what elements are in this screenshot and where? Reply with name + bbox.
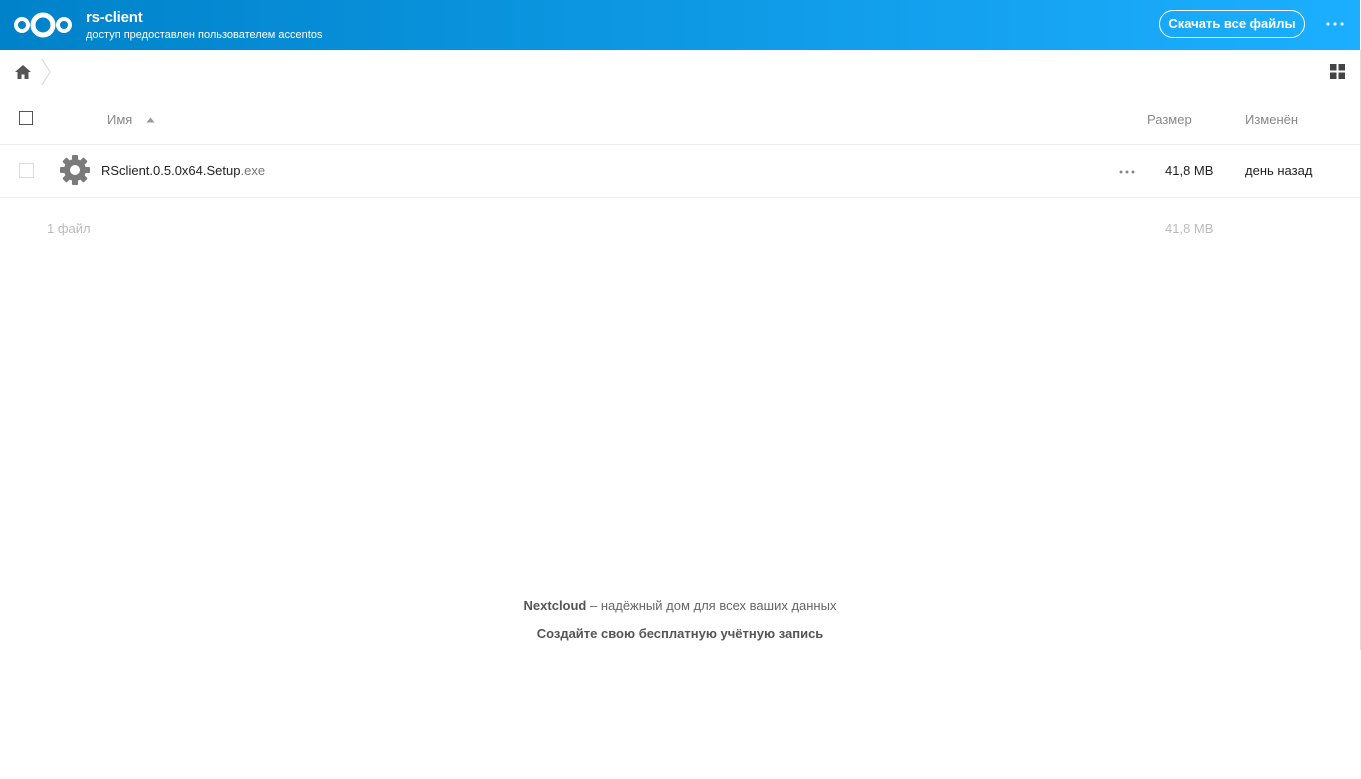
file-basename: RSclient.0.5.0x64.Setup: [101, 163, 241, 178]
footer-tagline: Nextcloud – надёжный дом для всех ваших …: [0, 598, 1360, 613]
grid-view-icon[interactable]: [1330, 64, 1345, 79]
signup-link[interactable]: Создайте свою бесплатную учётную запись: [0, 626, 1360, 641]
footer-tagline-text: – надёжный дом для всех ваших данных: [586, 598, 837, 613]
file-extension: .exe: [240, 163, 266, 178]
column-header-size[interactable]: Размер: [1147, 112, 1192, 127]
share-title: rs-client: [86, 9, 143, 26]
file-actions-icon[interactable]: [1117, 165, 1137, 179]
select-all-checkbox[interactable]: [19, 111, 33, 125]
home-icon[interactable]: [14, 63, 32, 81]
header-bar: rs-client доступ предоставлен пользовате…: [0, 0, 1360, 50]
sort-ascending-icon[interactable]: [146, 117, 155, 123]
file-name[interactable]: RSclient.0.5.0x64.Setup.exe: [101, 163, 265, 178]
share-subtitle: доступ предоставлен пользователем accent…: [86, 29, 323, 41]
column-header-modified[interactable]: Изменён: [1245, 112, 1298, 127]
footer-brand-link[interactable]: Nextcloud: [524, 598, 587, 613]
download-all-button[interactable]: Скачать все файлы: [1159, 10, 1305, 38]
summary-total-size: 41,8 MB: [1165, 221, 1214, 236]
file-modified: день назад: [1245, 163, 1313, 178]
file-row-checkbox[interactable]: [19, 163, 34, 178]
summary-file-count: 1 файл: [47, 221, 91, 236]
more-options-icon[interactable]: [1324, 14, 1346, 34]
nextcloud-logo-icon[interactable]: [12, 10, 74, 40]
row-divider: [0, 197, 1360, 198]
file-size: 41,8 MB: [1165, 163, 1214, 178]
gear-icon[interactable]: [59, 154, 91, 186]
header-divider: [0, 144, 1360, 145]
breadcrumb-separator-icon: [41, 58, 51, 86]
column-header-name[interactable]: Имя: [107, 112, 132, 127]
